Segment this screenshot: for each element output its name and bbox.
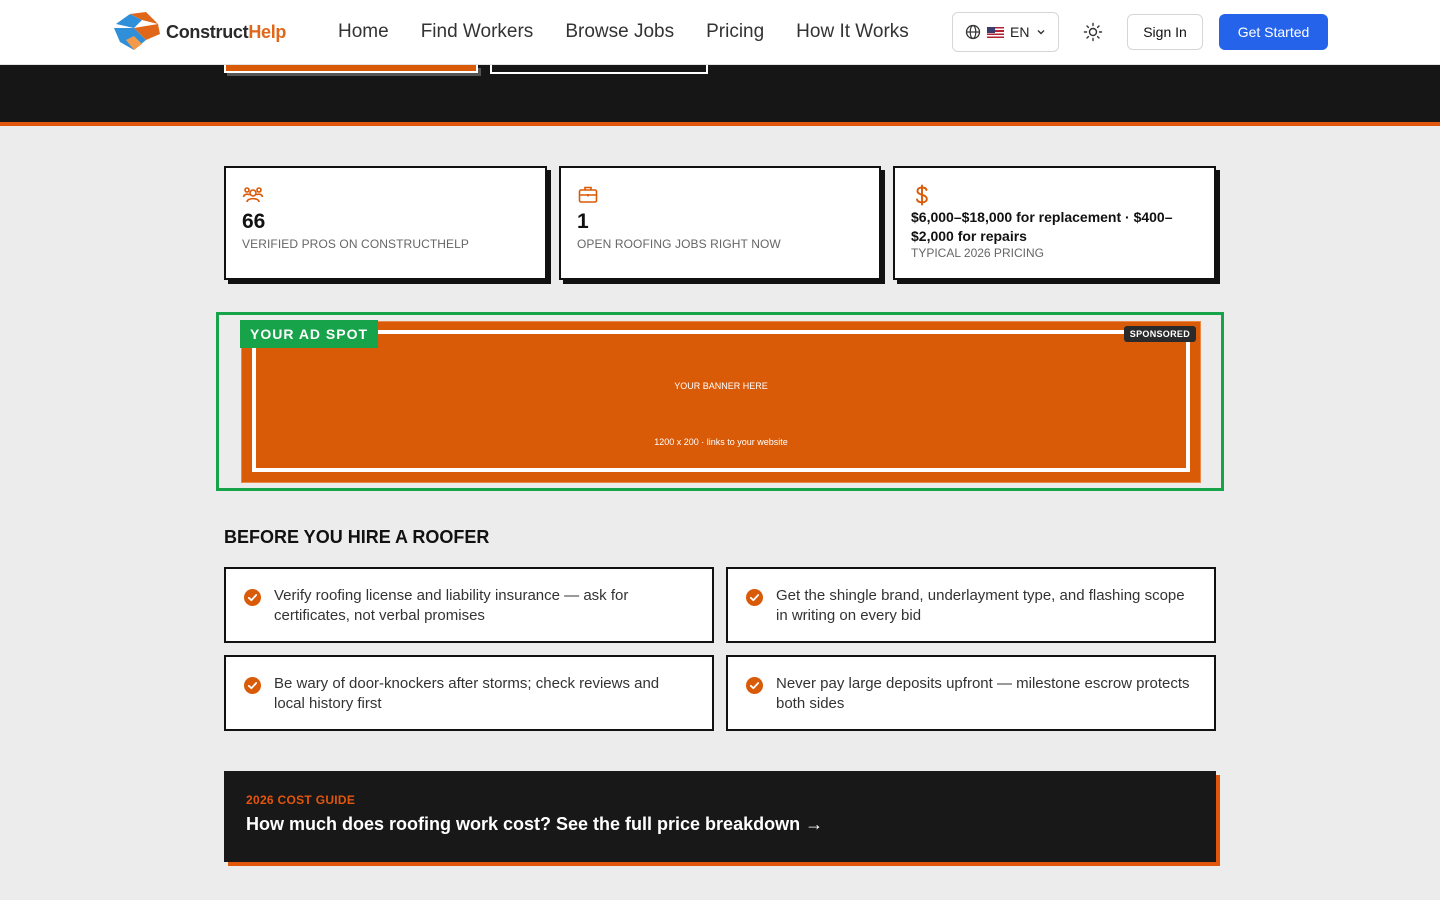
check-circle-icon — [244, 589, 261, 606]
language-code: EN — [1010, 24, 1030, 40]
stat-label: Open roofing jobs right now — [577, 237, 781, 251]
stat-price-range: $6,000–$18,000 for replacement · $400–$2… — [911, 209, 1173, 244]
brand-name-part2: Help — [248, 21, 287, 42]
nav-find-workers[interactable]: Find Workers — [421, 20, 534, 44]
hero-secondary-button[interactable] — [490, 65, 708, 74]
ad-banner-text: YOUR BANNER HERE — [674, 381, 768, 391]
nav-browse-jobs[interactable]: Browse Jobs — [565, 20, 674, 44]
nav-pricing[interactable]: Pricing — [706, 20, 764, 44]
handshake-logo-icon — [114, 12, 160, 50]
brand-name: ConstructHelp — [166, 22, 286, 43]
dollar-icon — [916, 184, 928, 206]
stat-card-pricing: $6,000–$18,000 for replacement · $400–$2… — [893, 166, 1216, 280]
tip-card: Verify roofing license and liability ins… — [224, 567, 714, 643]
tip-text: Never pay large deposits upfront — miles… — [776, 675, 1190, 712]
main-nav: Home Find Workers Browse Jobs Pricing Ho… — [338, 20, 941, 44]
sign-in-button[interactable]: Sign In — [1127, 14, 1203, 50]
cost-guide-headline: How much does roofing work cost? See the… — [246, 814, 824, 834]
ad-banner-frame: YOUR BANNER HERE 1200 x 200 · links to y… — [252, 330, 1190, 472]
ad-spot[interactable]: YOUR AD SPOT YOUR BANNER HERE 1200 x 200… — [216, 312, 1224, 491]
tip-text: Verify roofing license and liability ins… — [274, 587, 629, 624]
hero-section — [0, 65, 1440, 126]
check-circle-icon — [244, 677, 261, 694]
users-icon — [242, 187, 264, 203]
check-circle-icon — [746, 589, 763, 606]
ad-banner-subtext: 1200 x 200 · links to your website — [654, 437, 788, 447]
stat-card-open-jobs: 1 Open roofing jobs right now — [559, 166, 881, 280]
briefcase-icon — [578, 186, 598, 203]
stat-value: 1 — [577, 210, 589, 233]
stat-card-verified-pros: 66 Verified pros on ConstructHelp — [224, 166, 547, 280]
language-selector[interactable]: EN — [952, 12, 1059, 52]
globe-icon — [965, 24, 981, 40]
hero-primary-button[interactable] — [224, 65, 478, 73]
logo[interactable]: ConstructHelp — [112, 10, 286, 54]
tip-text: Get the shingle brand, underlayment type… — [776, 587, 1185, 624]
get-started-button[interactable]: Get Started — [1219, 14, 1328, 50]
tip-card: Get the shingle brand, underlayment type… — [726, 567, 1216, 643]
tip-card: Be wary of door-knockers after storms; c… — [224, 655, 714, 731]
site-header: ConstructHelp Home Find Workers Browse J… — [0, 0, 1440, 65]
sponsored-badge: SPONSORED — [1123, 326, 1196, 342]
tip-text: Be wary of door-knockers after storms; c… — [274, 675, 660, 712]
ad-spot-tag: YOUR AD SPOT — [240, 320, 379, 348]
chevron-down-icon — [1037, 30, 1045, 35]
us-flag-icon — [987, 26, 1004, 38]
stat-label: Verified pros on ConstructHelp — [242, 237, 470, 251]
theme-toggle-sun-icon[interactable] — [1082, 21, 1104, 43]
stat-label: Typical 2026 pricing — [911, 246, 1044, 260]
check-circle-icon — [746, 677, 763, 694]
brand-name-part1: Construct — [166, 21, 249, 42]
nav-how-it-works[interactable]: How It Works — [796, 20, 909, 44]
tips-heading: BEFORE YOU HIRE A ROOFER — [224, 527, 490, 547]
cost-guide-kicker: 2026 COST GUIDE — [246, 793, 356, 807]
ad-banner[interactable]: YOUR BANNER HERE 1200 x 200 · links to y… — [241, 321, 1201, 483]
cost-guide-link[interactable]: 2026 COST GUIDE How much does roofing wo… — [224, 771, 1216, 862]
tip-card: Never pay large deposits upfront — miles… — [726, 655, 1216, 731]
nav-home[interactable]: Home — [338, 20, 389, 44]
stat-value: 66 — [242, 210, 266, 233]
